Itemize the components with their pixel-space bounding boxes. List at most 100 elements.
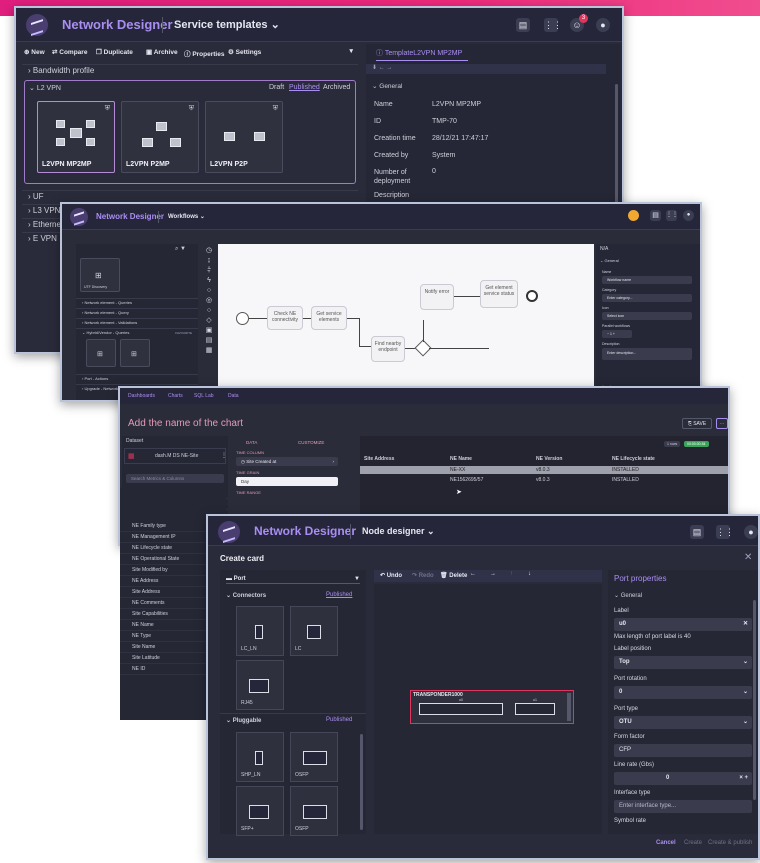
page-title[interactable]: Workflows ⌄ (168, 213, 205, 220)
time-column-select[interactable]: ◷ Site Created at › (236, 457, 338, 466)
create-publish-button[interactable]: Create & publish (708, 840, 752, 846)
page-title[interactable]: Node designer ⌄ (362, 526, 435, 537)
scrollbar[interactable] (615, 84, 618, 204)
apps-grid-icon[interactable]: ⋮⋮ (716, 525, 734, 539)
chart-title[interactable]: Add the name of the chart (128, 418, 243, 429)
parallel-stepper[interactable]: − 1 + (602, 330, 632, 338)
layout-icon[interactable]: ▤ (690, 525, 704, 539)
connector-card[interactable]: LC_LN (236, 606, 284, 656)
table-row[interactable]: NE-XX v8.0.3 INSTALLED (360, 466, 728, 474)
workflow-node[interactable]: Get service elements (311, 306, 347, 330)
form-factor-input[interactable]: CFP (614, 744, 752, 757)
layout-icon[interactable]: ▤ (650, 210, 661, 221)
pluggable-card[interactable]: OSFP (290, 786, 338, 836)
library-item[interactable]: ⊞ UTF Discovery (80, 258, 120, 292)
line-rate-stepper[interactable]: 0 × + (614, 772, 752, 785)
card-shape[interactable]: TRANSPONDER1000 u0 u1 (410, 690, 574, 724)
delete-button[interactable]: 🗑 Delete (440, 572, 467, 579)
port-select[interactable]: ▬ Port ▼ (226, 574, 360, 584)
label-position-select[interactable]: Top ⌄ (614, 656, 752, 669)
port-type-select[interactable]: OTU ⌄ (614, 716, 752, 729)
split-icon[interactable]: ⫩ (202, 266, 216, 276)
section-general[interactable]: ⌄ General (614, 592, 642, 599)
scrollbar[interactable] (753, 600, 756, 800)
filter-archived[interactable]: Archived (323, 84, 350, 91)
arrow-left-icon[interactable]: ← (470, 571, 476, 577)
new-button[interactable]: ⊕ New (24, 48, 45, 56)
workflow-node[interactable]: Notify error (420, 284, 454, 310)
layout-icon[interactable]: ▤ (516, 18, 530, 32)
undo-button[interactable]: ↶ Undo (380, 572, 402, 579)
stepper-controls[interactable]: × + (739, 772, 748, 785)
template-card[interactable]: ⛨ L2VPN P2MP (121, 101, 199, 173)
nav-charts[interactable]: Charts (168, 393, 183, 399)
connectors-published[interactable]: Published (326, 592, 352, 598)
arrow-up-icon[interactable]: ↑ (510, 571, 513, 577)
designer-canvas[interactable]: TRANSPONDER1000 u0 u1 (374, 584, 602, 834)
clear-icon[interactable]: ✕ (743, 618, 748, 631)
port-rotation-select[interactable]: 0 ⌄ (614, 686, 752, 699)
clock-icon[interactable]: ◷ (202, 246, 216, 256)
circle-end-icon[interactable]: ○ (202, 306, 216, 316)
archive-button[interactable]: ▣ Archive (146, 48, 178, 56)
library-group[interactable]: › Network element - Validations (76, 318, 198, 327)
col-header[interactable]: Site Address (364, 456, 394, 462)
library-group[interactable]: › Port - Actions (76, 374, 198, 383)
scrollbar[interactable] (360, 734, 363, 830)
template-card[interactable]: ⛨ L2VPN MP2MP (37, 101, 115, 173)
name-input[interactable]: Workflow name (602, 276, 692, 284)
nav-data[interactable]: Data (228, 393, 239, 399)
end-event[interactable] (526, 290, 538, 302)
library-item[interactable]: ⊞ (86, 339, 116, 367)
circle-icon[interactable]: ○ (202, 286, 216, 296)
section-general[interactable]: ⌄ General (372, 82, 402, 90)
play-icon[interactable]: ▣ (202, 326, 216, 336)
group-l2vpn-toggle[interactable]: ⌄ L2 VPN (29, 84, 61, 92)
save-button[interactable]: ⎘ SAVE (682, 418, 712, 429)
sort-icon[interactable]: ↨ (202, 256, 216, 266)
category-select[interactable]: Enter category... (602, 294, 692, 302)
connector-card[interactable]: LC (290, 606, 338, 656)
interface-type-input[interactable]: Enter interface type... (614, 800, 752, 813)
properties-tab[interactable]: ⓘ TemplateL2VPN MP2MP (376, 48, 462, 58)
arrow-down-icon[interactable]: ↓ (528, 571, 531, 577)
port-u0[interactable] (419, 703, 503, 715)
user-avatar[interactable]: ● (683, 210, 694, 221)
icon-select[interactable]: Select icon (602, 312, 692, 320)
properties-button[interactable]: ⓘ Properties (184, 48, 224, 58)
pluggable-published[interactable]: Published (326, 717, 352, 723)
col-header[interactable]: NE Name (450, 456, 472, 462)
settings-button[interactable]: ⚙ Settings (228, 48, 261, 56)
nav-sql-lab[interactable]: SQL Lab (194, 393, 214, 399)
diamond-icon[interactable]: ◇ (202, 316, 216, 326)
circle-bold-icon[interactable]: ◎ (202, 296, 216, 306)
nav-dashboards[interactable]: Dashboards (128, 393, 155, 399)
compare-button[interactable]: ⇄ Compare (52, 48, 87, 56)
filter-icon[interactable]: ▼ (348, 48, 354, 55)
col-header[interactable]: NE Version (536, 456, 562, 462)
workflow-node[interactable]: Check NE connectivity (267, 306, 303, 330)
pluggable-card[interactable]: SHP_LN (236, 732, 284, 782)
col-header[interactable]: NE Lifecycle state (612, 456, 655, 462)
apps-grid-icon[interactable]: ⋮⋮ (544, 18, 562, 32)
more-icon[interactable]: ⋮ (221, 452, 227, 459)
user-avatar[interactable]: ● (596, 18, 610, 32)
workflow-node[interactable]: Get element service status (480, 280, 518, 308)
arrow-right-icon[interactable]: → (490, 571, 496, 577)
close-icon[interactable]: ✕ (744, 552, 752, 563)
library-group[interactable]: ⌄ Hybrid/Vendor - Queries FAVOURITE (76, 328, 198, 337)
redo-button[interactable]: ↷ Redo (412, 572, 434, 579)
description-input[interactable]: Enter description... (602, 348, 692, 360)
library-group[interactable]: › Network element - Query (76, 308, 198, 317)
start-event[interactable] (236, 312, 249, 325)
workflow-node[interactable]: Find nearby endpoint (371, 336, 405, 362)
search-icon[interactable]: ⌕ ▼ (175, 246, 186, 253)
template-card[interactable]: ⛨ L2VPN P2P (205, 101, 283, 173)
filter-icon[interactable]: ▼ (354, 574, 360, 584)
pluggable-toggle[interactable]: ⌄ Pluggable (226, 717, 261, 724)
group-bandwidth-profile[interactable]: › Bandwidth profile (22, 64, 358, 77)
time-grain-select[interactable]: Day (236, 477, 338, 486)
library-group[interactable]: › Network element - Queries (76, 298, 198, 307)
dataset-selector[interactable]: ▦ dash.M DS NE-Site ⋮ (124, 448, 227, 464)
apps-grid-icon[interactable]: ⋮⋮ (666, 210, 678, 221)
